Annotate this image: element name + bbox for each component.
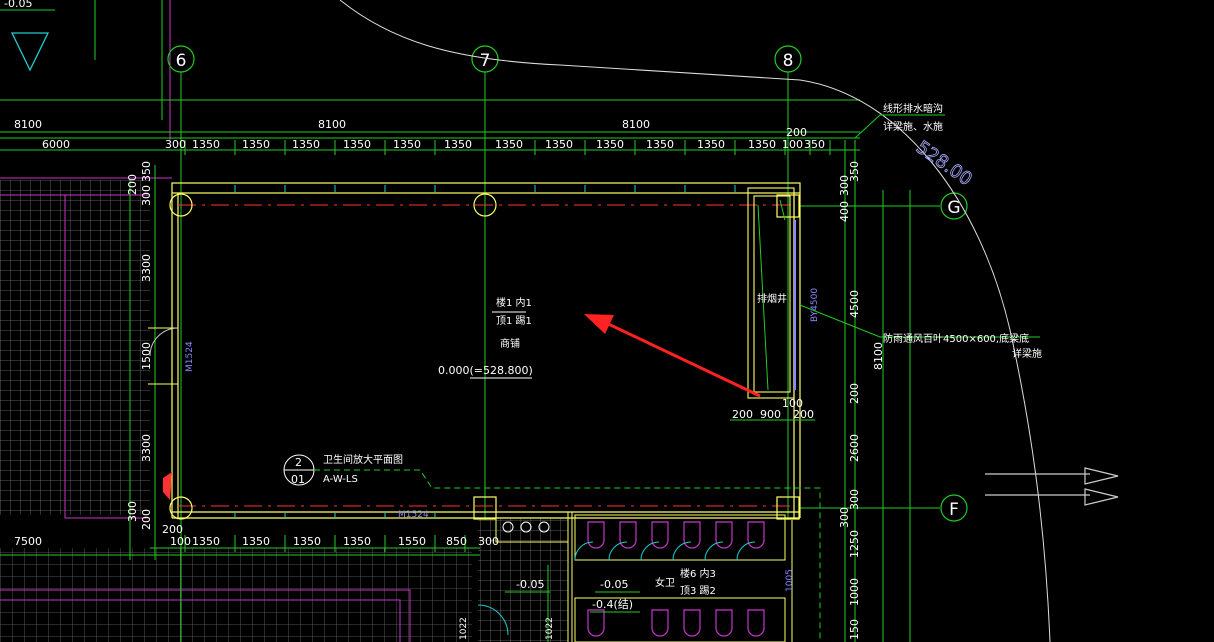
dim-left-350: 350 <box>140 161 153 182</box>
small-1022b: 1022 <box>545 617 555 640</box>
drain-note2: 详梁施、水施 <box>883 120 943 133</box>
room-walls <box>171 182 801 519</box>
top-level-text: -0.05 <box>4 0 32 10</box>
dim-left-3300-lower: 3300 <box>140 434 153 462</box>
callout-note: 防雨通风百叶4500×600,底梁底 <box>883 332 1029 345</box>
dim-right-4500: 4500 <box>848 290 861 318</box>
dim-left-3300-upper: 3300 <box>140 254 153 282</box>
dim-bot-850: 850 <box>446 535 467 548</box>
bottom-dimension-texts: 7500 200 100 1350 1350 1350 1350 1550 85… <box>14 523 499 548</box>
room-name: 商铺 <box>500 337 520 350</box>
dim-left-1500: 1500 <box>140 342 153 370</box>
toilet-level-a: -0.05 <box>516 578 544 591</box>
dim-right-150: 150 <box>848 619 861 640</box>
dim-bot-1350-4: 1350 <box>343 535 371 548</box>
dim-top-1350-6: 1350 <box>444 138 472 151</box>
toilet-code-a: 楼6 内3 <box>680 567 716 580</box>
dim-bot-1550: 1550 <box>398 535 426 548</box>
smoke-shaft <box>747 187 795 399</box>
dim-top-1350-10: 1350 <box>646 138 674 151</box>
axis-6-label: 6 <box>176 51 187 71</box>
red-dash-lines <box>178 204 790 507</box>
axis-bubble-8: 8 <box>774 45 802 73</box>
contour-label: 528.00 <box>912 137 976 190</box>
toilet-level-c: -0.4(结) <box>592 598 633 611</box>
dim-top-6000: 6000 <box>42 138 70 151</box>
dim-bot-100: 100 <box>170 535 191 548</box>
dim-bot-1350-3: 1350 <box>293 535 321 548</box>
dim-right-8100: 8100 <box>872 342 885 370</box>
cad-drawing-canvas[interactable]: -0.05 6 7 8 G F 528.00 8100 8100 8100 60… <box>0 0 1214 642</box>
axis-bubble-6: 6 <box>167 45 195 73</box>
dim-top-1350-1: 1350 <box>192 138 220 151</box>
dim-shaft-200b: 200 <box>793 408 814 421</box>
dim-top-1350-8: 1350 <box>545 138 573 151</box>
dim-right-1250: 1250 <box>848 530 861 558</box>
small-1022a: 1022 <box>459 617 469 640</box>
dim-top-1350-2: 1350 <box>242 138 270 151</box>
dim-top-1350-12: 1350 <box>748 138 776 151</box>
toilet-code-b: 顶3 踢2 <box>680 585 716 597</box>
dim-right-1000: 1000 <box>848 578 861 606</box>
dim-top-1350-5: 1350 <box>393 138 421 151</box>
small-1005: 1005 <box>785 569 795 592</box>
dim-top-8100-b: 8100 <box>318 118 346 131</box>
toilet-label: 女卫 <box>655 576 675 589</box>
axis-8-label: 8 <box>783 51 794 71</box>
dim-left-200-top: 200 <box>126 174 139 195</box>
dim-right-300: 300 <box>838 175 851 196</box>
dim-top-1350-11: 1350 <box>697 138 725 151</box>
axis-7-label: 7 <box>480 51 491 71</box>
dim-top-1350-3: 1350 <box>292 138 320 151</box>
top-dimension-texts: 8100 8100 8100 6000 300 1350 1350 1350 1… <box>14 118 825 151</box>
flow-arrows <box>985 467 1119 506</box>
dim-bot-1350-1: 1350 <box>192 535 220 548</box>
dim-top-1350-9: 1350 <box>596 138 624 151</box>
shaft-label: 排烟井 <box>757 292 787 305</box>
shaft-dim-label: BY4500 <box>810 288 820 322</box>
hatch-floor-bottom <box>0 548 472 642</box>
red-annotation-arrow[interactable] <box>584 314 761 398</box>
dim-shaft-900: 900 <box>760 408 781 421</box>
room-code-a: 楼1 内1 <box>496 296 532 309</box>
callout-leader-right <box>799 304 1040 338</box>
room-elevation: 0.000(=528.800) <box>438 364 533 377</box>
axis-bubble-G: G <box>940 192 968 220</box>
callout-note2: 详梁施 <box>1012 347 1042 360</box>
dim-top-300: 300 <box>165 138 186 151</box>
door-bottom-label: M1524 <box>398 510 429 520</box>
axis-bubble-F: F <box>940 494 968 522</box>
dim-right-300-low: 300 <box>848 489 861 510</box>
dim-top-8100-a: 8100 <box>14 118 42 131</box>
dim-left-300-top: 300 <box>140 185 153 206</box>
dim-left-200-bot: 200 <box>140 509 153 530</box>
room-code-b: 顶1 踢1 <box>496 315 532 327</box>
dim-top-1350-4: 1350 <box>343 138 371 151</box>
dim-bot-1350-2: 1350 <box>242 535 270 548</box>
dim-top-8100-c: 8100 <box>622 118 650 131</box>
dim-shaft-200a: 200 <box>732 408 753 421</box>
door-left-label: M1524 <box>185 341 195 372</box>
dim-right-2600: 2600 <box>848 434 861 462</box>
red-cursor-marker <box>163 472 172 500</box>
detail-code: A-W-LS <box>323 474 358 485</box>
dim-top-350: 350 <box>804 138 825 151</box>
dim-top-100: 100 <box>782 138 803 151</box>
dim-top-1350-7: 1350 <box>495 138 523 151</box>
hatch-floor-left <box>0 180 150 515</box>
detail-sheet: 01 <box>291 473 305 486</box>
shaft-dims: 100 200 900 200 <box>732 397 814 421</box>
detail-title: 卫生间放大平面图 <box>323 453 403 466</box>
axis-F-label: F <box>949 500 959 520</box>
detail-num: 2 <box>295 456 302 469</box>
dim-right-200: 200 <box>848 383 861 404</box>
dim-shaft-vertical: 300 <box>838 507 851 528</box>
drain-note: 线形排水暗沟 <box>883 102 943 115</box>
dim-left-300-bot: 300 <box>126 501 139 522</box>
dim-bot-7500: 7500 <box>14 535 42 548</box>
dim-top-200: 200 <box>786 126 807 139</box>
level-triangle-marker <box>10 32 50 72</box>
toilet-level-b: -0.05 <box>600 578 628 591</box>
dim-right-400: 400 <box>838 201 851 222</box>
